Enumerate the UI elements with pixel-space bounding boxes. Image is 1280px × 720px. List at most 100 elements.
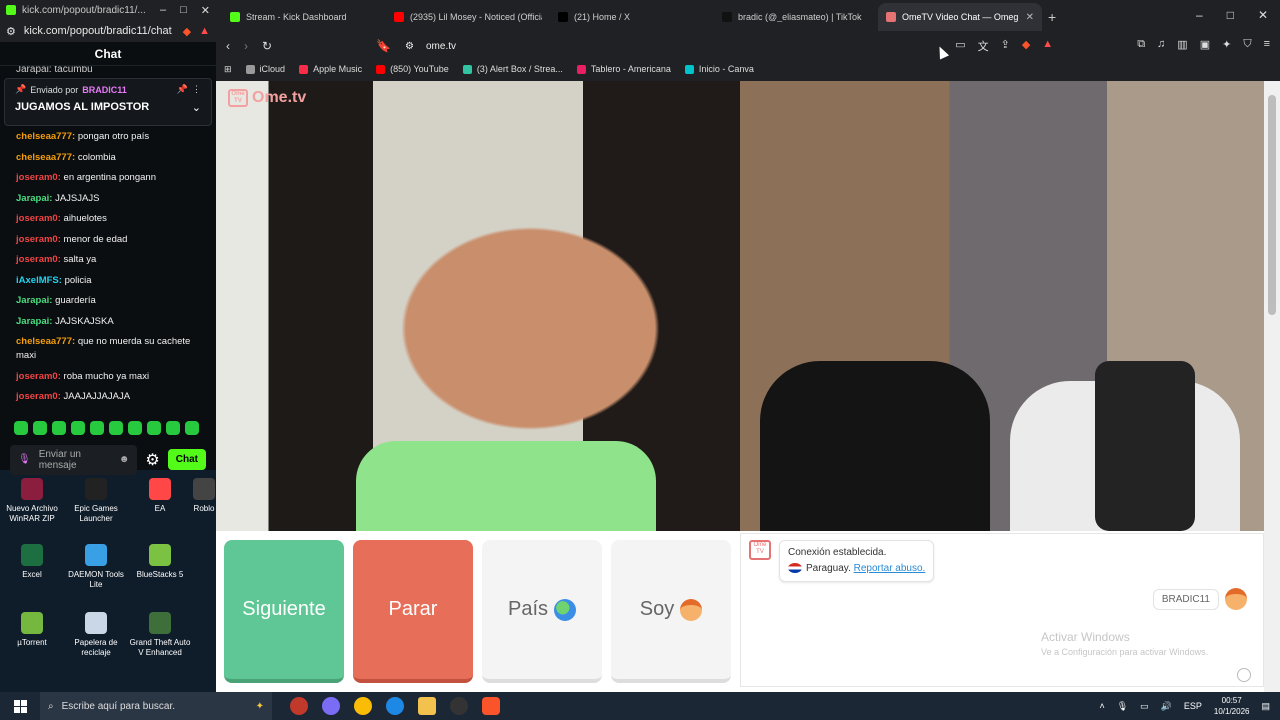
desktop-icon[interactable]: Excel xyxy=(0,544,64,580)
pinned-message[interactable]: 📌 Enviado por BRADIC11 📌 ⋮ JUGAMOS AL IM… xyxy=(4,78,212,126)
chat-username[interactable]: joseram0: xyxy=(16,172,61,183)
brave-rewards-icon[interactable]: ▲ xyxy=(199,25,210,37)
desktop-icon[interactable]: EA xyxy=(128,478,192,514)
browser-tab[interactable]: bradic (@_eliasmateo) | TikTok xyxy=(714,3,878,31)
next-button[interactable]: Siguiente xyxy=(224,540,344,683)
desktop-icon[interactable]: µTorrent xyxy=(0,612,64,648)
volume-icon[interactable]: 🔊 xyxy=(1161,701,1172,712)
emote-icon[interactable] xyxy=(90,420,104,435)
bookmark-item[interactable]: Inicio - Canva xyxy=(684,64,754,74)
chat-username[interactable]: joseram0: xyxy=(16,391,61,402)
emote-icon[interactable] xyxy=(109,420,123,435)
page-scrollbar[interactable] xyxy=(1264,81,1280,692)
start-button[interactable] xyxy=(0,699,40,713)
copilot-icon[interactable] xyxy=(322,697,340,715)
brave-icon[interactable] xyxy=(482,697,500,715)
maximize-icon[interactable]: □ xyxy=(180,4,187,17)
desktop-icon[interactable]: Papelera de reciclaje xyxy=(64,612,128,658)
emote-icon[interactable] xyxy=(71,420,85,435)
edge-icon[interactable] xyxy=(386,697,404,715)
language-indicator[interactable]: ESP xyxy=(1184,701,1202,711)
brave-shield-icon[interactable]: ◆ xyxy=(1022,38,1030,54)
address-bar[interactable]: ome.tv xyxy=(426,41,456,52)
music-icon[interactable]: ♫ xyxy=(1157,38,1165,54)
chat-username[interactable]: chelseaa777: xyxy=(16,152,75,163)
desktop-icon[interactable]: DAEMON Tools Lite xyxy=(64,544,128,590)
chat-username[interactable]: joseram0: xyxy=(16,234,61,245)
pin-toggle-icon[interactable]: 📌 xyxy=(177,84,188,95)
forward-icon[interactable]: › xyxy=(244,39,248,53)
translate-icon[interactable]: 文 xyxy=(978,38,989,54)
country-button[interactable]: País xyxy=(482,540,602,683)
bookmark-icon[interactable]: 🔖 xyxy=(376,39,391,53)
chat-url[interactable]: kick.com/popout/bradic11/chat xyxy=(24,25,175,37)
gender-button[interactable]: Soy xyxy=(611,540,731,683)
close-icon[interactable]: ✕ xyxy=(201,4,210,17)
emote-icon[interactable] xyxy=(185,420,199,435)
obs-studio-icon[interactable] xyxy=(450,697,468,715)
desktop-icon[interactable]: Grand Theft Auto V Enhanced xyxy=(128,612,192,658)
menu-icon[interactable]: ≡ xyxy=(1264,38,1270,54)
desktop-icon[interactable]: BlueStacks 5 xyxy=(128,544,192,580)
browser-tab[interactable]: (21) Home / X xyxy=(550,3,714,31)
browser-tab[interactable]: Stream - Kick Dashboard xyxy=(222,3,386,31)
site-info-icon[interactable]: ⚙ xyxy=(6,25,16,38)
emote-icon[interactable] xyxy=(128,420,142,435)
emote-icon[interactable] xyxy=(147,420,161,435)
more-options-icon[interactable]: ⋮ xyxy=(192,84,201,95)
desktop-icon[interactable]: Roblo xyxy=(192,478,216,514)
chrome-icon[interactable] xyxy=(354,697,372,715)
brave-shield-icon[interactable]: ◆ xyxy=(183,25,191,38)
emoji-icon[interactable]: ☻ xyxy=(119,454,130,465)
notifications-icon[interactable]: ▤ xyxy=(1261,701,1270,712)
bookmark-item[interactable]: iCloud xyxy=(245,64,285,74)
screenshot-icon[interactable]: ⧉ xyxy=(1137,38,1145,54)
vpn-icon[interactable]: ⛉ xyxy=(1243,38,1251,54)
emote-icon[interactable] xyxy=(52,420,66,435)
browser-tab[interactable]: (2935) Lil Mosey - Noticed (Official M xyxy=(386,3,550,31)
chevron-down-icon[interactable]: ⌄ xyxy=(192,101,201,114)
emote-icon[interactable] xyxy=(166,420,180,435)
back-icon[interactable]: ‹ xyxy=(226,39,230,53)
report-abuse-link[interactable]: Reportar abuso. xyxy=(854,563,926,574)
desktop-icon[interactable]: Nuevo Archivo WinRAR ZIP xyxy=(0,478,64,524)
brave-rewards-icon[interactable]: ▲ xyxy=(1042,38,1053,54)
chat-username[interactable]: Jarapai: xyxy=(16,316,52,327)
leo-ai-icon[interactable]: ✦ xyxy=(1222,38,1231,54)
close-icon[interactable]: ✕ xyxy=(1258,8,1268,22)
maximize-icon[interactable]: □ xyxy=(1227,8,1234,22)
chat-username[interactable]: joseram0: xyxy=(16,371,61,382)
bookmark-item[interactable]: Tablero - Americana xyxy=(576,64,671,74)
cast-icon[interactable]: ▭ xyxy=(955,38,965,54)
chat-input[interactable]: 🎙 Enviar un mensaje ☻ xyxy=(10,444,138,475)
emote-icon[interactable] xyxy=(14,420,28,435)
microphone-icon[interactable]: 🎙 xyxy=(1117,701,1128,712)
tray-chevron-icon[interactable]: ˄ xyxy=(1099,701,1104,711)
send-chat-button[interactable]: Chat xyxy=(167,449,206,470)
chat-username[interactable]: chelseaa777: xyxy=(16,336,75,347)
bookmark-item[interactable]: (850) YouTube xyxy=(376,64,449,74)
apps-grid-icon[interactable]: ⊞ xyxy=(224,64,232,75)
ometv-logo[interactable]: Ome TV Ome.tv xyxy=(228,89,306,107)
stop-button[interactable]: Parar xyxy=(353,540,473,683)
chat-username[interactable]: Jarapai: xyxy=(16,295,52,306)
microphone-icon[interactable]: 🎙 xyxy=(18,454,31,465)
share-icon[interactable]: ⇪ xyxy=(1001,38,1010,54)
bookmark-item[interactable]: (3) Alert Box / Strea... xyxy=(462,64,563,74)
wallet-icon[interactable]: ▣ xyxy=(1200,38,1210,54)
clock[interactable]: 00:57 10/1/2026 xyxy=(1214,695,1250,717)
chat-username[interactable]: Jarapai: xyxy=(16,193,52,204)
obs-icon[interactable] xyxy=(290,697,308,715)
chat-username[interactable]: iAxelMFS: xyxy=(16,275,62,286)
taskbar-search[interactable]: ⌕ Escribe aquí para buscar. ✦ xyxy=(40,692,272,720)
minimize-icon[interactable]: – xyxy=(1196,8,1203,22)
chat-settings-icon[interactable]: ⚙ xyxy=(145,450,159,470)
site-settings-icon[interactable]: ⚙ xyxy=(405,41,414,52)
chat-username[interactable]: chelseaa777: xyxy=(16,131,75,142)
chat-username[interactable]: joseram0: xyxy=(16,254,61,265)
bookmark-item[interactable]: Apple Music xyxy=(299,64,362,74)
pinned-user[interactable]: BRADIC11 xyxy=(82,85,127,95)
file-explorer-icon[interactable] xyxy=(418,697,436,715)
chat-username[interactable]: joseram0: xyxy=(16,213,61,224)
close-tab-icon[interactable]: ✕ xyxy=(1026,12,1034,23)
